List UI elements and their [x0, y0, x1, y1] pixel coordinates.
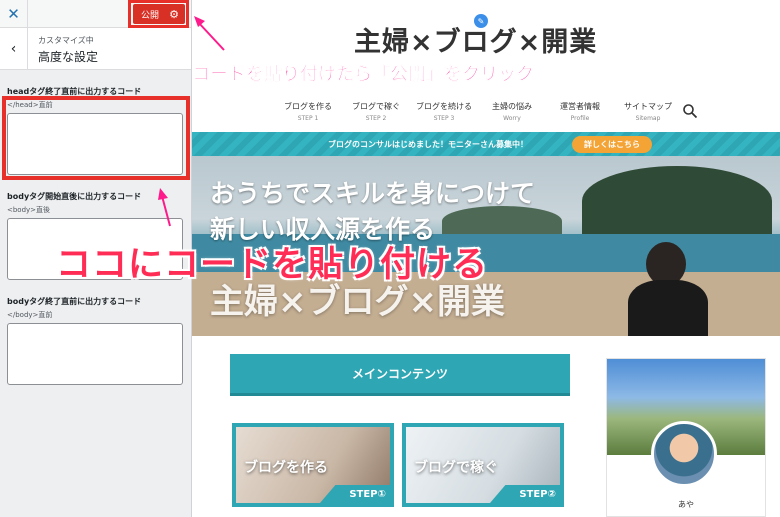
hero-person [628, 242, 708, 336]
nav-item-sitemap[interactable]: サイトマップ Sitemap [614, 101, 682, 122]
profile-widget: あや [606, 358, 766, 517]
section-subtitle: カスタマイズ中 [38, 36, 94, 45]
nav-label: ブログを続ける [416, 102, 472, 111]
banner-details-button[interactable]: 詳しくはこちら [572, 136, 652, 153]
customizer-header: ✕ 公開 ⚙ [0, 0, 191, 28]
avatar[interactable] [651, 421, 717, 487]
nav-sublabel: STEP 1 [297, 115, 319, 122]
body-close-code-field: bodyタグ終了直前に出力するコード </body>直前 [7, 296, 185, 385]
search-icon[interactable] [682, 103, 698, 119]
announcement-banner: ブログのコンサルはじめました！モニターさん募集中！ 詳しくはこちら [192, 132, 780, 156]
publish-highlight-box [128, 0, 189, 28]
card-step-badge: STEP① [320, 485, 390, 503]
textarea-highlight-box [2, 96, 190, 180]
body-close-code-textarea[interactable] [7, 323, 183, 385]
nav-item-step1[interactable]: ブログを作る STEP 1 [274, 101, 342, 122]
annotation-paste-instruction: ココにコードを貼り付ける [56, 245, 489, 285]
nav-label: ブログで稼ぐ [352, 102, 400, 111]
step1-card[interactable]: ブログを作る STEP① [232, 423, 394, 507]
hero-island [582, 166, 772, 236]
step2-card[interactable]: ブログで稼ぐ STEP② [402, 423, 564, 507]
nav-sublabel: STEP 2 [365, 115, 387, 122]
main-content-heading: メインコンテンツ [230, 354, 570, 396]
nav-label: 主婦の悩み [492, 102, 532, 111]
nav-label: 運営者情報 [560, 102, 600, 111]
field-label: bodyタグ終了直前に出力するコード [7, 297, 142, 306]
card-step-badge: STEP② [490, 485, 560, 503]
textarea-arrow-icon [158, 188, 171, 227]
nav-sublabel: Profile [570, 115, 590, 122]
profile-name: あや [678, 500, 694, 509]
nav-item-worry[interactable]: 主婦の悩み Worry [478, 101, 546, 122]
nav-label: ブログを作る [284, 102, 332, 111]
card-title: ブログで稼ぐ [414, 460, 498, 476]
section-header: ‹ カスタマイズ中 高度な設定 [0, 28, 191, 70]
nav-label: サイトマップ [624, 102, 672, 111]
close-icon[interactable]: ✕ [0, 0, 28, 28]
global-nav: ブログを作る STEP 1 ブログで稼ぐ STEP 2 ブログを続ける STEP… [274, 101, 682, 122]
nav-item-profile[interactable]: 運営者情報 Profile [546, 101, 614, 122]
nav-item-step2[interactable]: ブログで稼ぐ STEP 2 [342, 101, 410, 122]
nav-sublabel: Sitemap [635, 115, 661, 122]
banner-text: ブログのコンサルはじめました！モニターさん募集中！ [328, 140, 528, 149]
hero-heading-line1: おうちでスキルを身につけて [210, 179, 536, 208]
field-description: </body>直前 [7, 311, 53, 319]
nav-item-step3[interactable]: ブログを続ける STEP 3 [410, 101, 478, 122]
section-title: 高度な設定 [38, 50, 99, 64]
hero-person-body [628, 280, 708, 336]
card-title: ブログを作る [244, 460, 328, 476]
back-chevron-icon[interactable]: ‹ [0, 28, 28, 70]
nav-sublabel: STEP 3 [433, 115, 455, 122]
edit-pencil-icon[interactable]: ✎ [474, 14, 488, 28]
publish-arrow-icon [194, 16, 225, 51]
nav-sublabel: Worry [503, 115, 521, 122]
hero-island [442, 206, 562, 236]
annotation-publish-instruction: コードを貼り付けたら「公開」をクリック [192, 64, 535, 86]
